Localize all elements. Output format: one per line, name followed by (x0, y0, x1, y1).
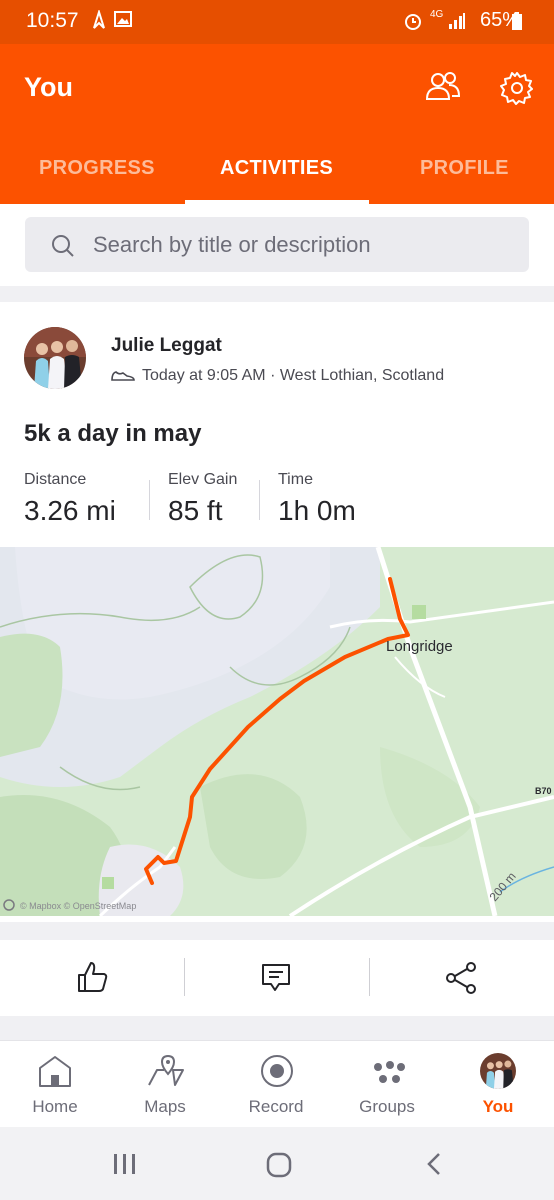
signal-icon (448, 12, 466, 35)
image-notification-icon (114, 11, 132, 32)
activity-meta: Today at 9:05 AM · West Lothian, Scotlan… (142, 367, 445, 384)
home-icon (37, 1054, 73, 1093)
map-attribution: © Mapbox © OpenStreetMap (20, 901, 136, 911)
tab-profile[interactable]: PROFILE (420, 157, 509, 180)
route-map[interactable]: Longridge B70 200 m © Mapbox © OpenStree… (0, 546, 554, 918)
system-navigation-bar (0, 1127, 554, 1200)
athlete-name[interactable]: Julie Leggat (111, 335, 222, 357)
settings-gear-icon[interactable] (500, 71, 534, 110)
activity-actions (0, 940, 554, 1016)
stat-elevation-label: Elev Gain (168, 471, 238, 488)
nav-home-label: Home (32, 1097, 78, 1116)
activity-card[interactable]: Julie Leggat Today at 9:05 AM · West Lot… (0, 302, 554, 922)
stat-distance-label: Distance (24, 471, 87, 488)
athlete-avatar[interactable] (24, 327, 86, 389)
nav-you[interactable]: You (443, 1041, 553, 1128)
home-button-icon[interactable] (266, 1152, 292, 1183)
share-icon[interactable] (444, 961, 478, 1000)
nav-you-label: You (482, 1097, 514, 1116)
navigation-notification-icon (92, 8, 106, 35)
friends-icon[interactable] (425, 71, 461, 108)
action-divider (369, 958, 370, 996)
bottom-navigation: Home Maps Record Groups You (0, 1040, 554, 1128)
nav-maps-label: Maps (144, 1097, 186, 1116)
stat-time-label: Time (278, 471, 313, 488)
nav-groups-label: Groups (359, 1097, 415, 1116)
search-placeholder: Search by title or description (93, 232, 371, 257)
stat-divider (149, 480, 150, 520)
tab-progress[interactable]: PROGRESS (39, 157, 155, 180)
status-bar: 10:57 4G 65% (0, 0, 554, 44)
nav-maps[interactable]: Maps (110, 1041, 220, 1128)
map-road-label: B70 (535, 786, 552, 796)
comment-icon[interactable] (260, 962, 292, 999)
search-icon (51, 234, 75, 263)
battery-icon (512, 12, 522, 35)
map-place-label: Longridge (386, 638, 453, 655)
groups-icon (370, 1057, 406, 1092)
record-icon (260, 1054, 294, 1093)
recent-apps-icon[interactable] (112, 1153, 138, 1180)
activity-title[interactable]: 5k a day in may (24, 420, 201, 448)
stat-distance-value: 3.26 mi (24, 495, 116, 526)
search-section: Search by title or description (0, 204, 554, 286)
stat-divider (259, 480, 260, 520)
status-time: 10:57 (26, 9, 79, 32)
avatar (480, 1053, 516, 1089)
nav-record[interactable]: Record (221, 1041, 331, 1128)
network-type: 4G (430, 9, 444, 20)
alarm-icon (403, 11, 423, 36)
page-title: You (24, 72, 73, 102)
back-icon[interactable] (426, 1152, 442, 1181)
tab-activities[interactable]: ACTIVITIES (220, 157, 333, 180)
nav-groups[interactable]: Groups (332, 1041, 442, 1128)
nav-home[interactable]: Home (0, 1041, 110, 1128)
stat-elevation-value: 85 ft (168, 495, 223, 526)
search-input[interactable]: Search by title or description (25, 217, 529, 272)
nav-record-label: Record (248, 1097, 304, 1116)
maps-icon (147, 1054, 185, 1093)
kudos-thumbs-up-icon[interactable] (76, 960, 110, 999)
stat-time-value: 1h 0m (278, 495, 356, 526)
shoe-icon (110, 367, 136, 388)
app-header: You PROGRESS ACTIVITIES PROFILE (0, 44, 554, 204)
action-divider (184, 958, 185, 996)
